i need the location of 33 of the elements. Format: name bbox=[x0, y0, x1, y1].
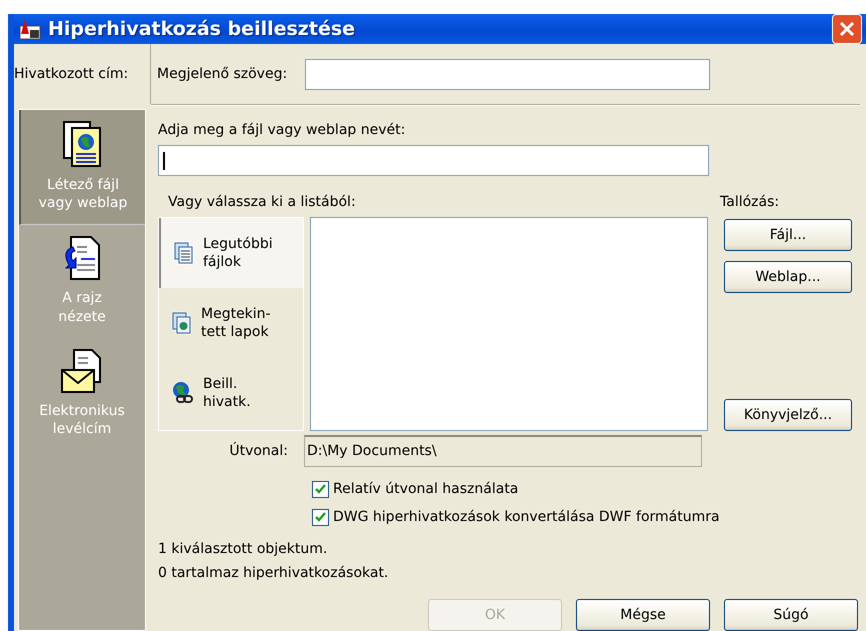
text-cursor bbox=[163, 152, 165, 170]
window-title: Hiperhivatkozás beillesztése bbox=[48, 16, 356, 42]
checkbox[interactable] bbox=[312, 508, 329, 526]
browse-button[interactable]: Könyvjelző... bbox=[724, 399, 852, 431]
envelope-icon bbox=[60, 348, 104, 394]
list-tab[interactable]: Megtekin- tett lapok bbox=[159, 288, 303, 358]
file-name-field[interactable] bbox=[158, 145, 709, 176]
status-text: 1 kiválasztott objektum. bbox=[158, 540, 328, 559]
web-page-icon bbox=[62, 120, 104, 168]
close-button[interactable] bbox=[832, 14, 862, 44]
list-tab[interactable]: Legutóbbi fájlok bbox=[159, 218, 303, 288]
display-text-label: Megjelenő szöveg: bbox=[157, 64, 288, 84]
file-name-label: Adja meg a fájl vagy weblap nevét: bbox=[158, 121, 406, 140]
dialog-button[interactable]: Súgó bbox=[724, 599, 858, 631]
globe-link-icon bbox=[171, 381, 195, 405]
close-icon bbox=[838, 20, 856, 38]
link-to-label: Hivatkozott cím: bbox=[14, 64, 128, 84]
list-label: Vagy válassza ki a listából: bbox=[168, 193, 357, 212]
browse-button[interactable]: Weblap... bbox=[724, 261, 852, 293]
documents-icon bbox=[173, 241, 195, 265]
display-text-field[interactable] bbox=[305, 58, 710, 90]
browse-label: Tallózás: bbox=[720, 193, 780, 212]
browse-button[interactable]: Fájl... bbox=[724, 219, 852, 251]
path-label: Útvonal: bbox=[228, 441, 289, 460]
status-text: 0 tartalmaz hiperhivatkozásokat. bbox=[158, 564, 390, 583]
app-icon bbox=[18, 18, 42, 40]
checkbox-label[interactable]: Relatív útvonal használata bbox=[333, 478, 518, 500]
checkbox-label[interactable]: DWG hiperhivatkozások konvertálása DWF formátumra bbox=[333, 506, 720, 528]
list-tab[interactable]: Beill. hivatk. bbox=[159, 358, 303, 428]
checkbox[interactable] bbox=[312, 480, 329, 498]
path-value: D:\My Documents\ bbox=[307, 442, 437, 461]
dialog-button[interactable]: Mégse bbox=[576, 599, 710, 631]
pages-globe-icon bbox=[171, 311, 193, 335]
